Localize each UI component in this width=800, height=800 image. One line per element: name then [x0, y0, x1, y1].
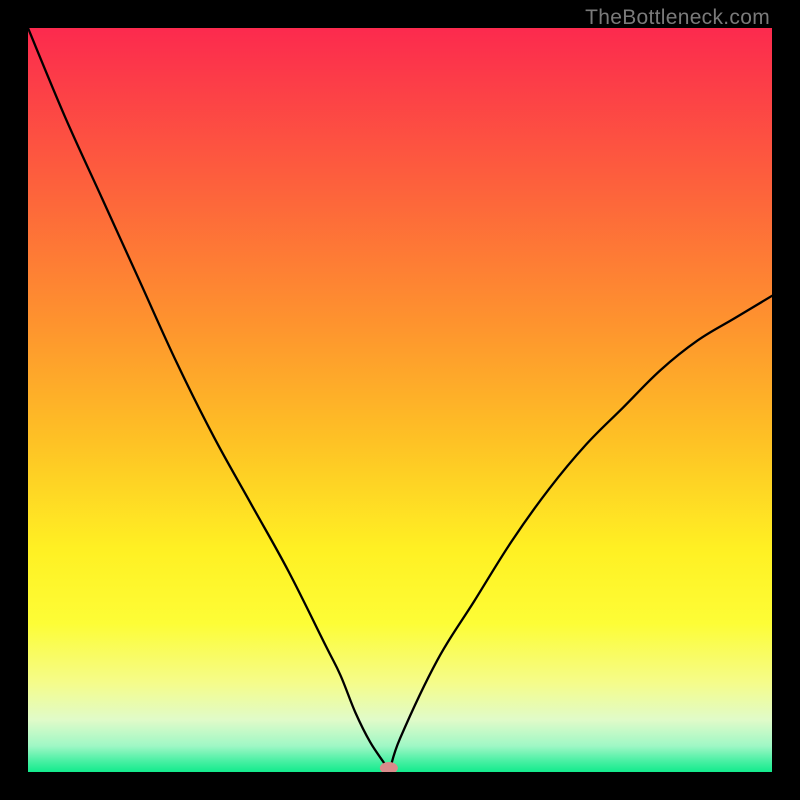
chart-frame: TheBottleneck.com — [0, 0, 800, 800]
watermark-text: TheBottleneck.com — [585, 6, 770, 30]
gradient-background — [28, 28, 772, 772]
chart-svg — [28, 28, 772, 772]
plot-area — [28, 28, 772, 772]
